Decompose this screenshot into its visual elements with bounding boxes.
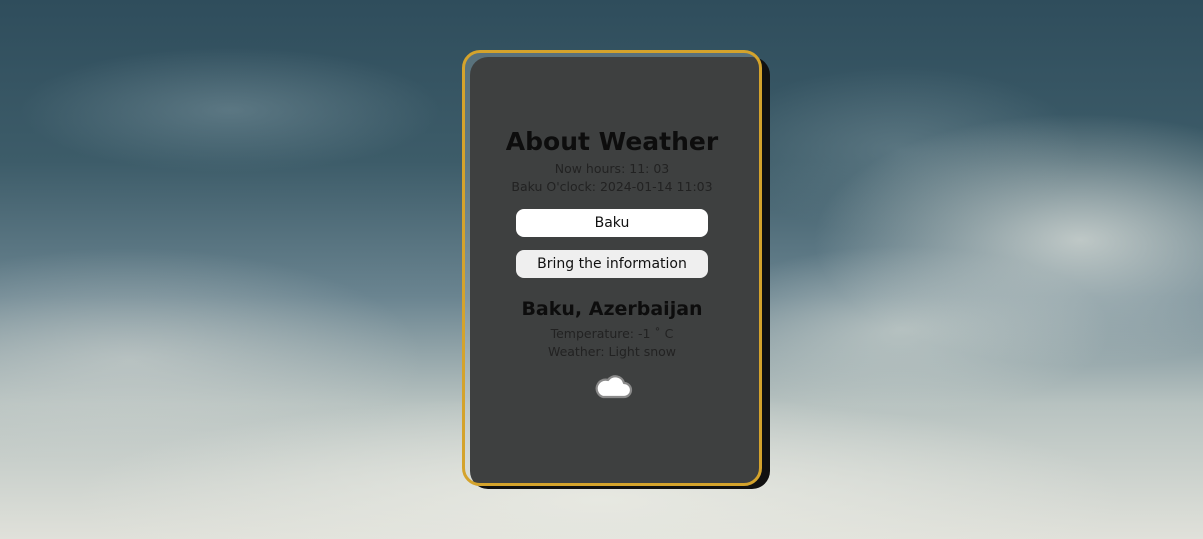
now-hours-text: Now hours: 11: 03 bbox=[554, 161, 670, 176]
page-title: About Weather bbox=[505, 127, 719, 156]
cloud-icon bbox=[593, 371, 633, 401]
bring-information-button[interactable]: Bring the information bbox=[516, 250, 708, 278]
weather-condition-text: Weather: Light snow bbox=[547, 344, 677, 359]
temperature-text: Temperature: -1 ˚ C bbox=[550, 326, 674, 341]
location-title: Baku, Azerbaijan bbox=[521, 298, 703, 320]
weather-card: About Weather Now hours: 11: 03 Baku O'c… bbox=[462, 50, 762, 486]
city-clock-text: Baku O'clock: 2024-01-14 11:03 bbox=[511, 179, 713, 194]
city-input[interactable] bbox=[516, 209, 708, 237]
